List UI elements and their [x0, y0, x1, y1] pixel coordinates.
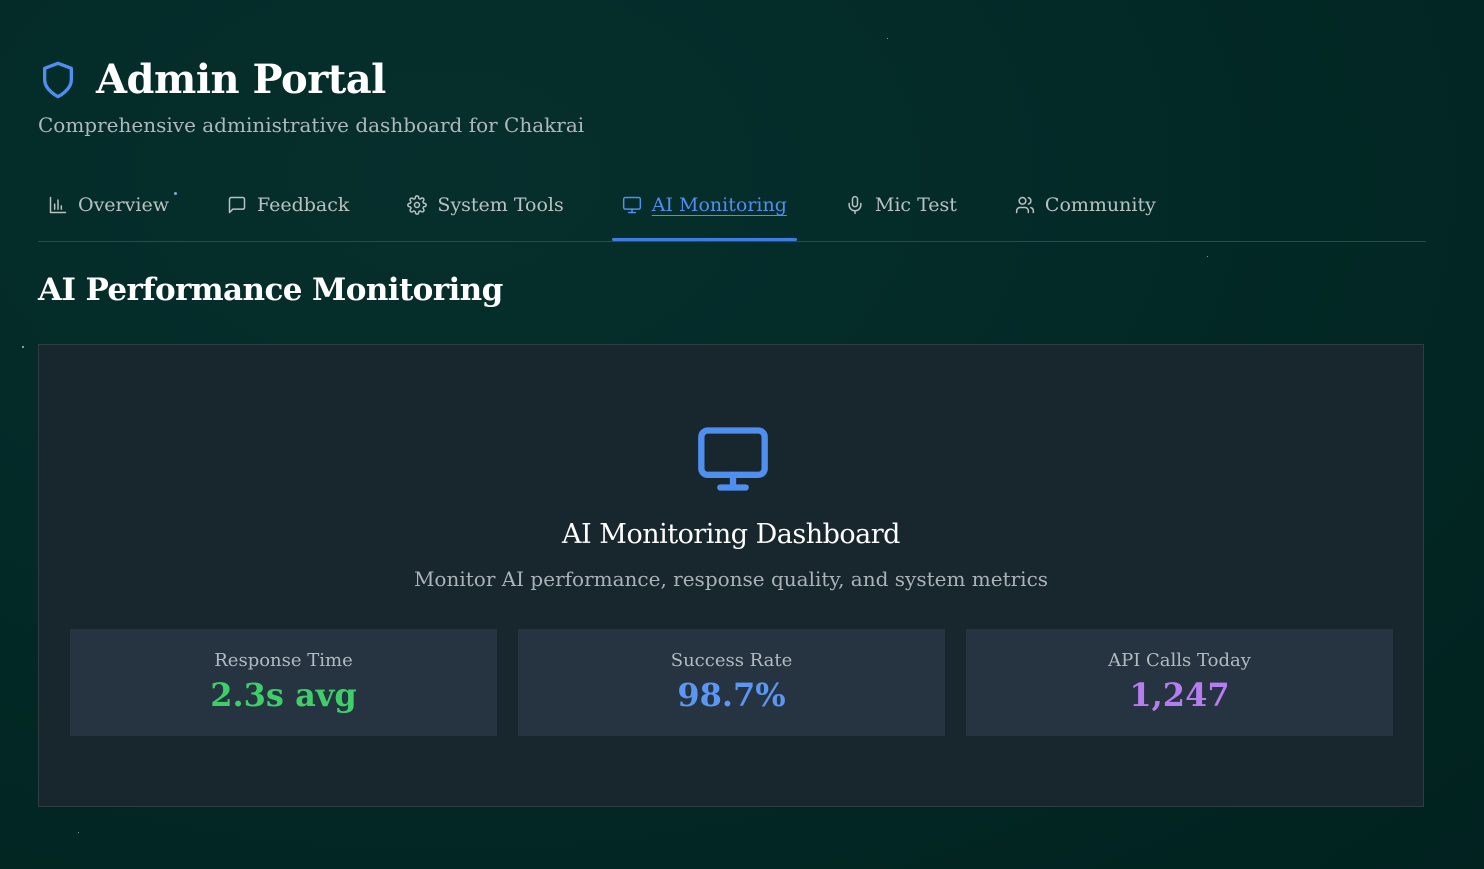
- tab-bar: Overview Feedback System Tools AI Monito…: [38, 180, 1426, 242]
- tab-label: System Tools: [437, 194, 564, 216]
- background-star: [1207, 256, 1208, 257]
- ai-monitoring-panel: AI Monitoring Dashboard Monitor AI perfo…: [38, 344, 1424, 807]
- users-icon: [1015, 195, 1035, 215]
- tab-label: Feedback: [256, 194, 350, 216]
- stat-card-response-time: Response Time 2.3s avg: [70, 629, 497, 736]
- tab-label: Community: [1044, 194, 1156, 216]
- tab-community[interactable]: Community: [1005, 180, 1166, 230]
- stat-card-api-calls: API Calls Today 1,247: [966, 629, 1393, 736]
- tab-label: Mic Test: [874, 194, 957, 216]
- tab-mic-test[interactable]: Mic Test: [835, 180, 967, 230]
- stat-card-success-rate: Success Rate 98.7%: [518, 629, 945, 736]
- panel-title: AI Monitoring Dashboard: [562, 519, 900, 550]
- stat-value: 98.7%: [677, 676, 786, 714]
- message-square-icon: [227, 195, 247, 215]
- title-row: Admin Portal: [38, 56, 584, 104]
- shield-icon: [38, 60, 78, 100]
- tab-system-tools[interactable]: System Tools: [397, 180, 573, 230]
- tab-label: Overview: [78, 194, 169, 216]
- page-header: Admin Portal Comprehensive administrativ…: [38, 56, 584, 138]
- stat-label: Success Rate: [670, 650, 793, 671]
- monitor-icon: [622, 195, 642, 215]
- bar-chart-icon: [48, 195, 68, 215]
- background-star: [887, 38, 888, 39]
- stat-value: 1,247: [1129, 676, 1230, 714]
- page-subtitle: Comprehensive administrative dashboard f…: [38, 113, 585, 137]
- microphone-icon: [845, 195, 865, 215]
- section-title: AI Performance Monitoring: [38, 272, 503, 308]
- tab-ai-monitoring[interactable]: AI Monitoring: [611, 180, 797, 241]
- tab-label: AI Monitoring: [651, 194, 787, 216]
- monitor-icon: [693, 421, 773, 501]
- page-title: Admin Portal: [96, 56, 386, 103]
- gear-icon: [407, 195, 428, 215]
- tab-feedback[interactable]: Feedback: [217, 180, 359, 230]
- panel-description: Monitor AI performance, response quality…: [413, 567, 1049, 591]
- stats-row: Response Time 2.3s avg Success Rate 98.7…: [70, 629, 1393, 736]
- stat-label: API Calls Today: [1108, 650, 1251, 671]
- stat-label: Response Time: [214, 650, 353, 671]
- stat-value: 2.3s avg: [210, 676, 357, 714]
- background-star: [78, 832, 79, 833]
- tab-overview[interactable]: Overview: [38, 180, 179, 230]
- background-star: [22, 346, 24, 348]
